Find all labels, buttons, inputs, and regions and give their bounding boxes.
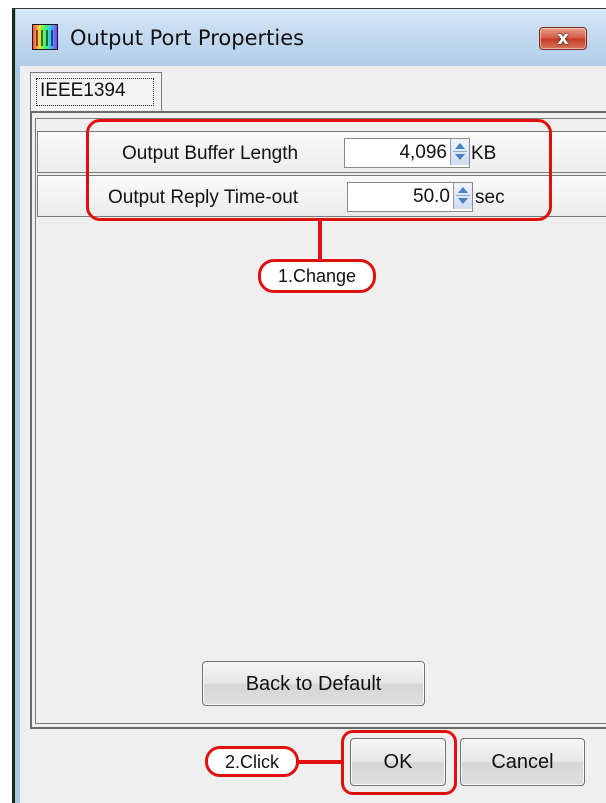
tab-label: IEEE1394 <box>40 80 126 101</box>
cancel-button[interactable]: Cancel <box>460 738 585 786</box>
close-icon: x <box>557 28 569 49</box>
annotation-step-2-text: 2.Click <box>224 752 279 772</box>
back-to-default-label: Back to Default <box>245 673 382 695</box>
back-to-default-button[interactable]: Back to Default <box>202 661 425 706</box>
annotation-highlight-settings <box>86 119 552 221</box>
annotation-step-2: 2.Click <box>205 746 299 777</box>
annotation-step-1: 1.Change <box>258 259 376 293</box>
window-title: Output Port Properties <box>70 26 305 50</box>
cancel-label: Cancel <box>491 751 554 773</box>
port-properties-icon <box>32 24 58 50</box>
window-left-edge <box>12 8 15 803</box>
annotation-step-1-text: 1.Change <box>277 266 357 286</box>
annotation-connector-2 <box>298 760 344 764</box>
annotation-connector <box>318 220 322 260</box>
annotation-highlight-ok <box>341 730 457 795</box>
close-button[interactable]: x <box>539 27 587 50</box>
